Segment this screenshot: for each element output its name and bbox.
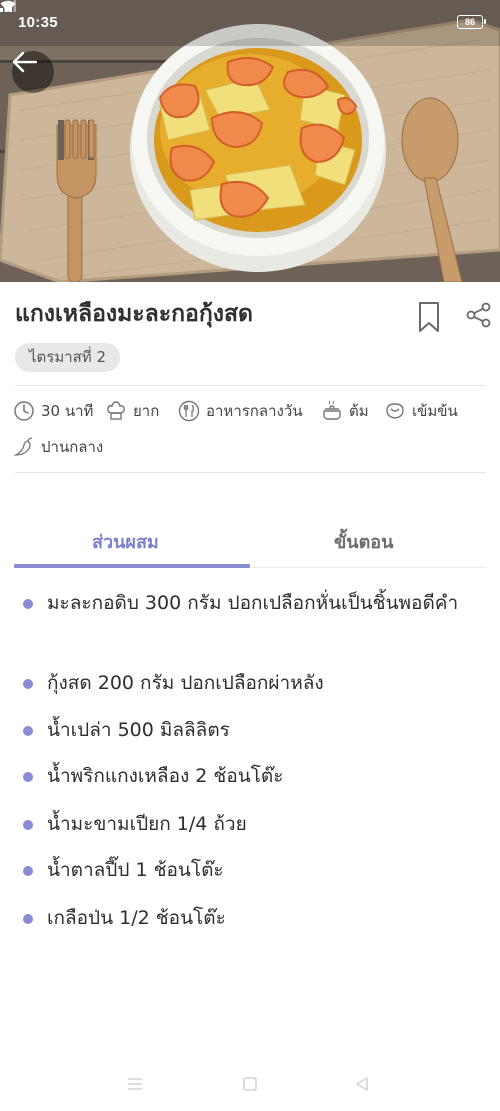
battery-level: 86 (464, 17, 475, 27)
ingredient-text: น้ำตาลปี๊ป 1 ช้อนโต๊ะ (47, 859, 224, 881)
clock-icon (14, 401, 34, 421)
tab-ingredients[interactable]: ส่วนผสม (92, 527, 159, 556)
divider (15, 472, 486, 473)
ingredient-text: น้ำพริกแกงเหลือง 2 ช้อนโต๊ะ (47, 765, 284, 787)
bullet-icon (23, 772, 33, 782)
battery-icon: 86 (457, 15, 486, 29)
bullet-icon (23, 914, 33, 924)
meta-cook-time-label: 30 นาที (41, 402, 94, 420)
tab-underline (250, 567, 486, 568)
status-time: 10:35 (18, 14, 58, 31)
meta-flavor-label: เข้มข้น (412, 402, 458, 420)
meta-meal-type: อาหารกลางวัน (178, 399, 303, 423)
recipe-hero-image: 10:35 86 (0, 0, 500, 282)
chili-icon (13, 437, 33, 456)
share-button[interactable] (466, 302, 492, 328)
bullet-icon (23, 820, 33, 830)
wifi-icon (0, 0, 16, 12)
bullet-icon (23, 726, 33, 736)
tab-steps[interactable]: ขั้นตอน (334, 527, 393, 556)
system-nav-bar (0, 1064, 500, 1111)
menu-icon[interactable] (126, 1076, 144, 1092)
meta-spiciness: ปานกลาง (13, 435, 103, 459)
bullet-icon (23, 599, 33, 609)
flavor-icon (386, 403, 404, 419)
arrow-left-icon (12, 51, 38, 73)
pot-icon (323, 400, 341, 420)
ingredient-text: น้ำมะขามเปียก 1/4 ถ้วย (47, 813, 247, 835)
share-icon (466, 302, 491, 328)
bookmark-icon (419, 302, 439, 332)
meta-cooking-method: ต้ม (321, 399, 369, 423)
tab-active-indicator (14, 564, 250, 568)
ingredient-text: เกลือป่น 1/2 ช้อนโต๊ะ (47, 907, 226, 929)
back-triangle-icon[interactable] (354, 1076, 370, 1092)
meta-difficulty-label: ยาก (133, 402, 160, 420)
meta-cooking-method-label: ต้ม (349, 402, 369, 420)
meta-difficulty: ยาก (105, 399, 159, 423)
recipe-title: แกงเหลืองมะละกอกุ้งสด (15, 301, 253, 327)
bullet-icon (23, 679, 33, 689)
bullet-icon (23, 866, 33, 876)
utensils-icon (178, 400, 200, 422)
back-button[interactable] (12, 51, 54, 93)
meta-spiciness-label: ปานกลาง (41, 438, 104, 456)
meta-meal-type-label: อาหารกลางวัน (206, 402, 303, 420)
ingredient-text: กุ้งสด 200 กรัม ปอกเปลือกผ่าหลัง (47, 672, 324, 694)
ingredient-text: น้ำเปล่า 500 มิลลิลิตร (47, 719, 230, 741)
meta-flavor: เข้มข้น (384, 399, 458, 423)
home-icon[interactable] (242, 1076, 258, 1092)
bookmark-button[interactable] (416, 300, 442, 334)
meta-cook-time: 30 นาที (13, 399, 93, 423)
status-bar: 10:35 86 (0, 0, 500, 48)
divider (15, 385, 486, 386)
ingredient-text: มะละกอดิบ 300 กรัม ปอกเปลือกหั่นเป็นชิ้น… (47, 592, 459, 614)
chef-hat-icon (107, 401, 125, 420)
season-tag-chip[interactable]: ไตรมาสที่ 2 (15, 343, 121, 372)
